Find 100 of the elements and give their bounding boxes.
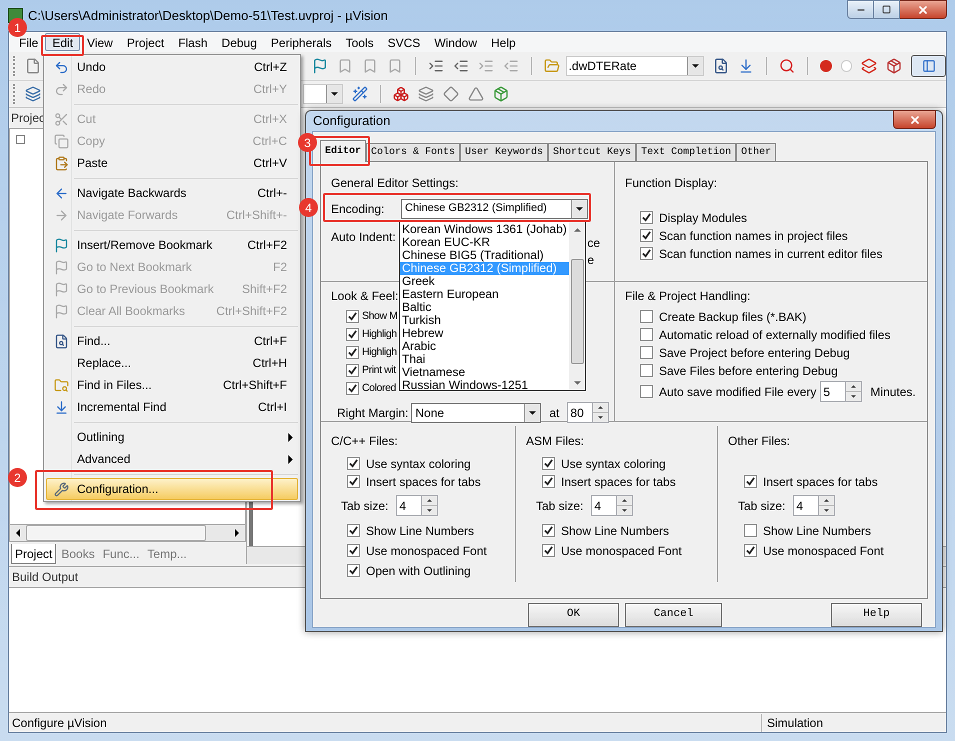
menu-item[interactable]: Outlining	[46, 426, 298, 448]
checkbox[interactable]	[542, 475, 555, 488]
dialog-button[interactable]: Help	[831, 602, 922, 626]
menu-item[interactable]: Navigate Backwards Ctrl+-	[46, 182, 298, 204]
flag-icon[interactable]	[312, 58, 328, 74]
checkbox[interactable]	[744, 524, 757, 537]
spin-down-button[interactable]	[422, 506, 438, 515]
indent-icon[interactable]	[428, 58, 444, 74]
checkbox[interactable]	[640, 346, 653, 359]
panel-tab[interactable]: Func...	[100, 544, 142, 564]
tab[interactable]: Other	[736, 142, 776, 160]
spin-up-button[interactable]	[819, 496, 834, 506]
new-file-icon[interactable]	[24, 58, 41, 74]
outdent-icon[interactable]	[452, 58, 469, 74]
checkbox[interactable]	[347, 524, 360, 537]
spin-field[interactable]: 4	[591, 495, 618, 516]
menu-item[interactable]: Undo Ctrl+Z	[46, 56, 298, 78]
wand-icon[interactable]	[352, 86, 368, 102]
close-button[interactable]	[893, 110, 936, 129]
breakpoint-icon[interactable]	[820, 60, 832, 72]
spin-down-button[interactable]	[846, 392, 862, 401]
checkbox[interactable]	[346, 346, 359, 359]
checkbox[interactable]	[542, 524, 555, 537]
list-option[interactable]: Vietnamese	[400, 366, 569, 379]
maximize-button[interactable]	[874, 0, 900, 19]
menu-bar-item[interactable]: Tools	[338, 33, 381, 51]
menu-bar-item[interactable]: Project	[120, 33, 172, 51]
list-option[interactable]: Korean EUC-KR	[400, 236, 569, 249]
list-option[interactable]: Hebrew	[400, 327, 569, 340]
spin-field[interactable]: 4	[396, 495, 422, 516]
checkbox[interactable]	[640, 328, 653, 341]
checkbox[interactable]	[640, 364, 653, 377]
checkbox[interactable]	[347, 475, 360, 488]
menu-item[interactable]: Advanced	[46, 448, 298, 470]
encoding-combo[interactable]: Chinese GB2312 (Simplified)	[401, 198, 588, 218]
search-icon[interactable]	[713, 58, 730, 74]
collapse-icon[interactable]	[16, 135, 25, 144]
spin-field[interactable]: 4	[793, 495, 820, 516]
diamond-icon[interactable]	[443, 86, 459, 102]
menu-bar-item[interactable]: View	[80, 33, 120, 51]
menu-item[interactable]: Paste Ctrl+V	[46, 152, 298, 174]
spin-up-button[interactable]	[846, 382, 862, 392]
scrollbar[interactable]	[569, 222, 585, 390]
window-layout-button[interactable]	[911, 55, 946, 77]
menu-item[interactable]: Insert/Remove Bookmark Ctrl+F2	[46, 234, 298, 256]
panel-tab[interactable]: Books	[58, 544, 98, 564]
checkbox[interactable]	[346, 328, 359, 341]
list-option[interactable]: Russian Windows-1251	[400, 379, 569, 392]
menu-bar-item[interactable]: Help	[484, 33, 523, 51]
dropdown-button[interactable]	[687, 57, 704, 75]
menu-bar-item[interactable]: SVCS	[380, 33, 428, 51]
checkbox[interactable]	[640, 211, 653, 224]
scrollbar-thumb[interactable]	[26, 525, 206, 541]
tab[interactable]: Shortcut Keys	[548, 142, 636, 160]
scrollbar-thumb[interactable]	[570, 259, 584, 364]
list-option[interactable]: Baltic	[400, 301, 569, 314]
package-icon[interactable]	[493, 86, 509, 102]
list-option[interactable]: Greek	[400, 275, 569, 288]
dropdown-button[interactable]	[571, 200, 587, 218]
close-button[interactable]	[900, 0, 947, 19]
tab[interactable]: Colors & Fonts	[366, 142, 460, 160]
checkbox[interactable]	[347, 544, 360, 557]
checkbox[interactable]	[346, 310, 359, 323]
list-option[interactable]: Turkish	[400, 314, 569, 327]
triangle-icon[interactable]	[468, 86, 484, 102]
menu-item[interactable]: Configuration...	[46, 478, 298, 500]
checkbox[interactable]	[640, 247, 653, 260]
list-option[interactable]: Eastern European	[400, 288, 569, 301]
checkbox[interactable]	[640, 310, 653, 323]
menu-item[interactable]: Incremental Find Ctrl+I	[46, 396, 298, 418]
checkbox[interactable]	[744, 544, 757, 557]
panel-tab[interactable]: Project	[11, 544, 56, 564]
checkbox[interactable]	[640, 385, 653, 398]
list-option[interactable]: Chinese BIG5 (Traditional)	[400, 249, 569, 262]
right-margin-combo[interactable]: None	[411, 402, 542, 422]
checkbox[interactable]	[346, 364, 359, 377]
dialog-button[interactable]: OK	[528, 602, 619, 626]
list-option[interactable]: Thai	[400, 353, 569, 366]
menu-bar-item[interactable]: Window	[427, 33, 484, 51]
spin-up-button[interactable]	[593, 403, 608, 413]
panel-tab[interactable]: Temp...	[144, 544, 190, 564]
find-combo[interactable]: .dwDTERate	[566, 56, 704, 76]
spin-field[interactable]: 5	[820, 381, 846, 402]
tab[interactable]: Editor	[320, 140, 366, 162]
checkbox[interactable]	[744, 475, 757, 488]
checkbox[interactable]	[346, 382, 359, 395]
menu-item[interactable]: Find in Files... Ctrl+Shift+F	[46, 374, 298, 396]
spin-up-button[interactable]	[422, 496, 438, 506]
dropdown-button[interactable]	[326, 85, 342, 103]
checkbox[interactable]	[542, 457, 555, 470]
spin-down-button[interactable]	[819, 506, 834, 515]
checkbox[interactable]	[347, 457, 360, 470]
spin-down-button[interactable]	[593, 413, 608, 422]
spin-down-button[interactable]	[617, 506, 632, 515]
spin-field[interactable]: 80	[567, 402, 594, 423]
tab[interactable]: Text Completion	[636, 142, 736, 160]
menu-item[interactable]: Find... Ctrl+F	[46, 330, 298, 352]
menu-item[interactable]: Replace... Ctrl+H	[46, 352, 298, 374]
spin-up-button[interactable]	[617, 496, 632, 506]
menu-bar-item[interactable]: Debug	[214, 33, 264, 51]
